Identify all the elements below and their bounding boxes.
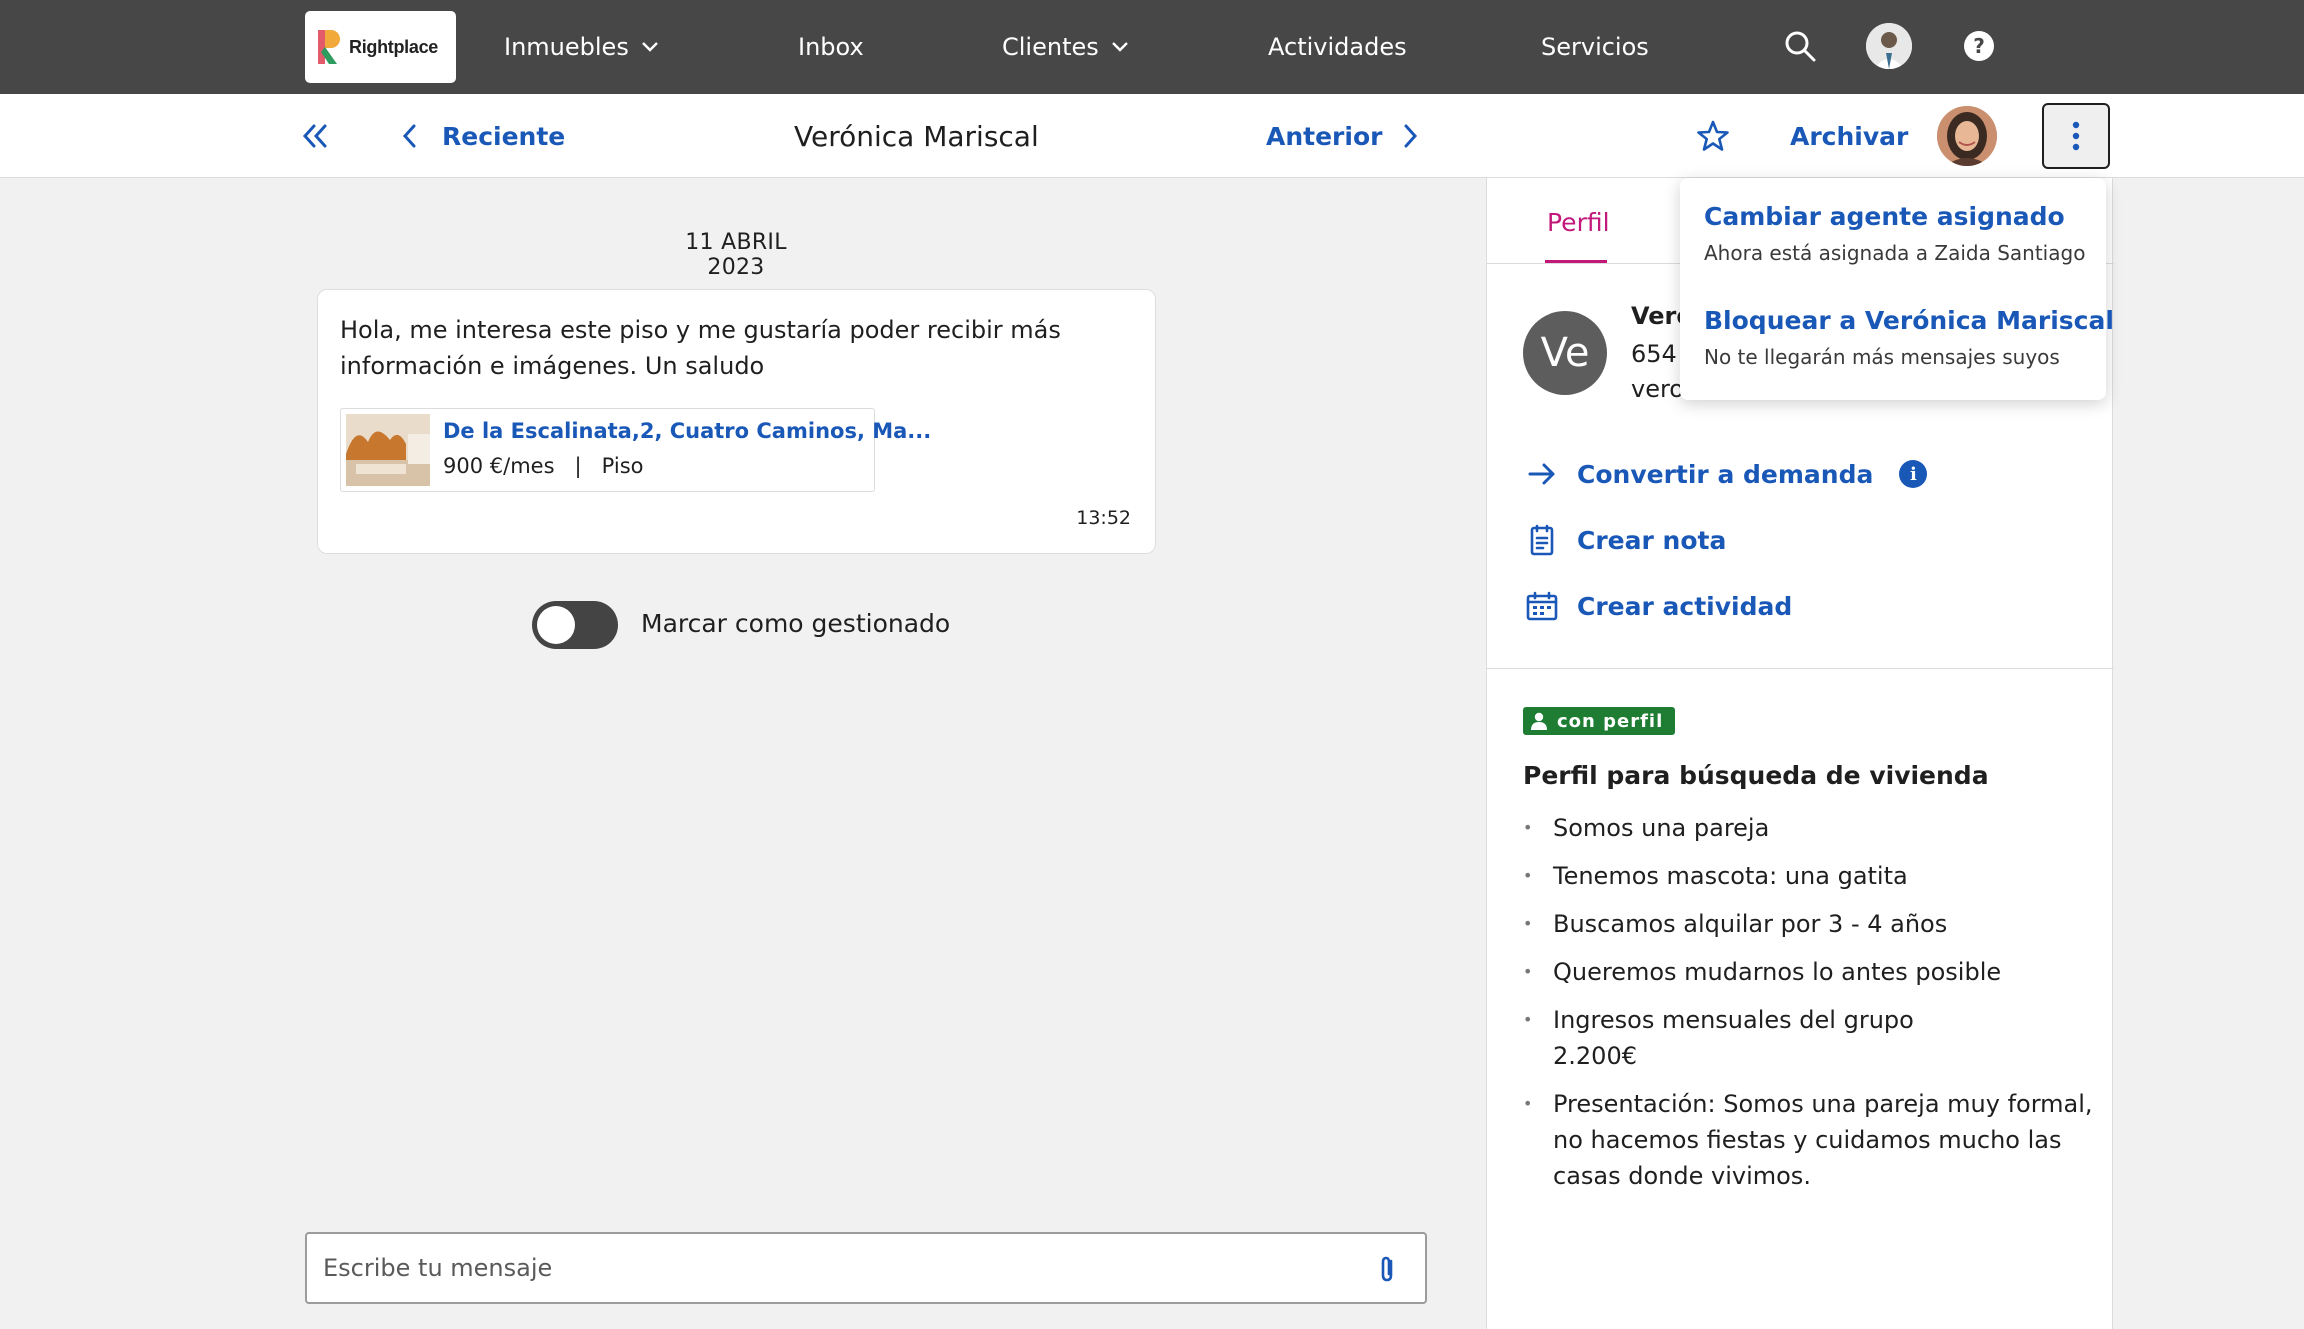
nav-clientes-label: Clientes (1002, 33, 1099, 61)
list-item: Buscamos alquilar por 3 - 4 años (1523, 906, 2093, 942)
note-icon (1525, 523, 1559, 557)
archive-button[interactable]: Archivar (1790, 114, 1908, 158)
nav-actividades-label: Actividades (1268, 33, 1407, 61)
block-contact-label: Bloquear a Verónica Mariscal (1704, 306, 2114, 335)
previous-link[interactable]: Anterior (1266, 114, 1420, 158)
nav-inmuebles-label: Inmuebles (504, 33, 629, 61)
tab-perfil[interactable]: Perfil (1547, 208, 1610, 237)
calendar-icon (1525, 589, 1559, 623)
create-activity-button[interactable]: Crear actividad (1525, 586, 1792, 626)
managed-toggle[interactable] (532, 601, 618, 649)
contact-email[interactable]: vero (1631, 375, 1684, 403)
chevron-left-icon (402, 124, 416, 148)
user-photo-icon (1866, 23, 1912, 69)
search-profile-list: Somos una pareja Tenemos mascota: una ga… (1523, 810, 2093, 1206)
property-card[interactable]: De la Escalinata,2, Cuatro Caminos, Ma..… (340, 408, 931, 492)
svg-text:?: ? (1973, 34, 1985, 58)
property-separator: | (574, 454, 582, 478)
search-profile-title: Perfil para búsqueda de vivienda (1523, 761, 1989, 790)
first-conversation-button[interactable] (300, 114, 330, 158)
person-icon (1531, 712, 1547, 730)
list-item: Ingresos mensuales del grupo 2.200€ (1523, 1002, 2093, 1074)
list-item: Somos una pareja (1523, 810, 2093, 846)
nav-inmuebles[interactable]: Inmuebles (504, 28, 659, 66)
top-navbar: Rightplace Inmuebles Inbox Clientes Acti… (0, 0, 2304, 94)
assigned-agent-avatar[interactable] (1937, 106, 1997, 166)
logo-text: Rightplace (349, 36, 439, 57)
previous-label: Anterior (1266, 121, 1383, 151)
property-meta: 900 €/mes | Piso (443, 454, 643, 478)
search-button[interactable] (1779, 25, 1821, 67)
double-chevron-left-icon (302, 124, 327, 148)
managed-toggle-label: Marcar como gestionado (641, 609, 951, 638)
chevron-down-icon (1111, 42, 1128, 52)
info-icon[interactable]: i (1899, 460, 1928, 488)
help-button[interactable]: ? (1958, 25, 2000, 67)
block-contact-description: No te llegarán más mensajes suyos (1704, 345, 2060, 369)
message-input[interactable] (323, 1234, 1343, 1302)
profile-badge-label: con perfil (1557, 710, 1664, 732)
nav-clientes[interactable]: Clientes (1002, 28, 1129, 66)
create-note-button[interactable]: Crear nota (1525, 520, 1726, 560)
chevron-down-icon (641, 42, 658, 52)
property-type: Piso (601, 454, 644, 478)
convert-to-demand-label: Convertir a demanda (1577, 459, 1874, 489)
vertical-dots-icon (2072, 121, 2080, 151)
chevron-right-icon (1404, 124, 1418, 148)
paperclip-icon[interactable] (1375, 1254, 1403, 1284)
contact-title: Verónica Mariscal (794, 119, 1039, 153)
list-item: Tenemos mascota: una gatita (1523, 858, 2093, 894)
message-bubble: Hola, me interesa este piso y me gustarí… (317, 289, 1156, 554)
message-text: Hola, me interesa este piso y me gustarí… (340, 316, 1061, 380)
more-options-menu: Cambiar agente asignado Ahora está asign… (1680, 178, 2114, 400)
create-activity-label: Crear actividad (1577, 591, 1793, 621)
property-photo-icon (346, 414, 430, 486)
nav-inbox-label: Inbox (798, 33, 864, 61)
nav-servicios[interactable]: Servicios (1541, 28, 1649, 66)
menu-item-change-agent[interactable]: Cambiar agente asignado Ahora está asign… (1704, 202, 2085, 265)
menu-item-block-contact[interactable]: Bloquear a Verónica Mariscal No te llega… (1704, 306, 2114, 369)
panel-divider (1487, 668, 2114, 669)
contact-initials-avatar: Ve (1523, 311, 1607, 395)
list-item: Presentación: Somos una pareja muy forma… (1523, 1086, 2093, 1194)
logo-mark-icon (318, 30, 340, 64)
profile-badge: con perfil (1523, 707, 1676, 735)
create-note-label: Crear nota (1577, 525, 1727, 555)
back-recent-label: Reciente (442, 121, 566, 151)
star-icon (1697, 120, 1729, 151)
user-avatar[interactable] (1866, 23, 1912, 69)
message-time: 13:52 (1076, 507, 1131, 529)
contact-phone[interactable]: 654 (1631, 340, 1677, 368)
convert-to-demand-button[interactable]: Convertir a demanda i (1525, 454, 1928, 494)
property-price: 900 €/mes (443, 454, 555, 478)
archive-label: Archivar (1790, 121, 1909, 151)
property-title: De la Escalinata,2, Cuatro Caminos, Ma..… (443, 419, 932, 443)
more-options-button[interactable] (2042, 103, 2110, 169)
change-agent-label: Cambiar agente asignado (1704, 202, 2065, 231)
help-icon: ? (1964, 31, 1994, 61)
message-composer (305, 1232, 1427, 1304)
nav-servicios-label: Servicios (1541, 33, 1649, 61)
list-item: Queremos mudarnos lo antes posible (1523, 954, 2093, 990)
nav-actividades[interactable]: Actividades (1268, 28, 1407, 66)
rightplace-logo[interactable]: Rightplace (305, 11, 456, 83)
date-separator: 11 ABRIL 2023 (685, 230, 787, 280)
arrow-right-icon (1525, 457, 1559, 491)
change-agent-description: Ahora está asignada a Zaida Santiago (1704, 241, 2086, 265)
search-icon (1785, 31, 1816, 62)
favorite-button[interactable] (1696, 114, 1730, 158)
back-recent-link[interactable]: Reciente (400, 114, 565, 158)
agent-photo-icon (1937, 106, 1997, 166)
nav-inbox[interactable]: Inbox (798, 28, 864, 66)
toggle-knob (537, 606, 575, 644)
property-thumbnail (346, 414, 430, 486)
